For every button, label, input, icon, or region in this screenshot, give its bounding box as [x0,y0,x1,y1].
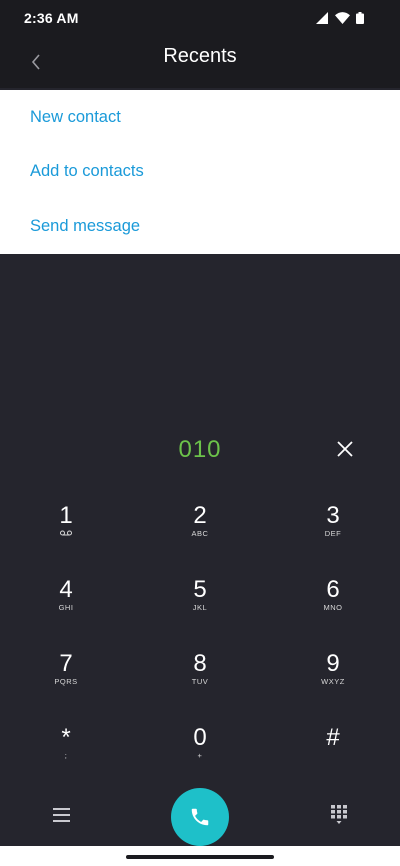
key-4[interactable]: 4 GHI [26,577,106,637]
phone-icon [191,808,209,826]
key-digit: # [326,724,340,751]
status-icons [316,12,364,24]
key-digit: 6 [326,576,340,603]
status-bar: 2:36 AM [0,0,400,36]
key-digit: 8 [193,650,207,677]
key-letters: MNO [323,603,343,612]
key-letters: + [197,751,203,760]
key-7[interactable]: 7 PQRS [26,651,106,711]
dialpad-toggle-button[interactable] [324,800,354,830]
key-letters: ; [64,751,68,760]
key-3[interactable]: 3 DEF [293,503,373,563]
key-hash[interactable]: # [293,725,373,785]
key-digit: 2 [193,502,207,529]
key-letters: PQRS [54,677,78,686]
add-to-contacts-item[interactable]: Add to contacts [0,145,400,200]
key-5[interactable]: 5 JKL [160,577,240,637]
options-menu: New contact Add to contacts Send message [0,90,400,254]
key-9[interactable]: 9 WXYZ [293,651,373,711]
status-time: 2:36 AM [24,10,79,26]
key-letters: JKL [192,603,208,612]
close-icon [337,441,353,457]
key-digit: 9 [326,650,340,677]
key-digit: 3 [326,502,340,529]
key-star[interactable]: * ; [26,725,106,785]
system-nav-bar [0,846,400,866]
key-1[interactable]: 1 [26,503,106,563]
key-2[interactable]: 2 ABC [160,503,240,563]
clear-button[interactable] [330,434,360,464]
dialpad-icon [331,805,347,824]
dialer-screen: 2:36 AM Recents New contact Add to conta… [0,0,400,866]
key-letters: ABC [191,529,209,538]
key-8[interactable]: 8 TUV [160,651,240,711]
key-digit: * [61,724,71,751]
battery-icon [356,12,364,24]
call-button[interactable] [171,788,229,846]
key-digit: 7 [59,650,73,677]
send-message-item[interactable]: Send message [0,199,400,254]
key-0[interactable]: 0 + [160,725,240,785]
key-digit: 4 [59,576,73,603]
key-letters: DEF [324,529,342,538]
menu-button[interactable] [46,802,76,828]
bottom-action-bar [0,785,400,846]
app-bar: Recents [0,36,400,88]
wifi-icon [335,12,350,24]
key-letters: WXYZ [321,677,345,686]
hamburger-menu-icon [52,808,70,822]
key-digit: 0 [193,724,207,751]
signal-icon [316,12,328,24]
voicemail-icon [26,529,106,539]
new-contact-item[interactable]: New contact [0,90,400,145]
page-title: Recents [163,45,237,67]
home-indicator[interactable] [126,855,274,859]
key-digit: 5 [193,576,207,603]
key-letters: TUV [191,677,209,686]
key-digit: 1 [59,502,73,529]
key-letters: GHI [58,603,74,612]
key-6[interactable]: 6 MNO [293,577,373,637]
